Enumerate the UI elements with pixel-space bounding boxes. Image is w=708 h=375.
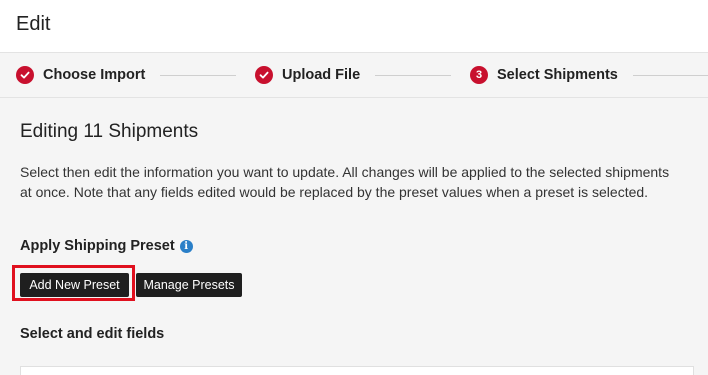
check-icon [255, 66, 273, 84]
page-title: Edit [16, 13, 51, 35]
fields-panel [20, 366, 694, 375]
step-select-shipments[interactable]: 3 Select Shipments [470, 65, 618, 85]
step-choose-import[interactable]: Choose Import [16, 65, 145, 85]
manage-presets-button[interactable]: Manage Presets [136, 273, 242, 297]
title-bar: Edit [0, 0, 708, 52]
section-heading: Editing 11 Shipments [20, 121, 199, 142]
step-label: Choose Import [43, 67, 146, 83]
main-content: Editing 11 Shipments Select then edit th… [0, 98, 708, 375]
step-connector [633, 75, 708, 76]
import-stepper: Choose Import Upload File 3 Select Shipm… [0, 52, 708, 98]
step-label: Select Shipments [497, 67, 618, 83]
step-label: Upload File [282, 67, 361, 83]
info-icon[interactable]: i [179, 239, 193, 253]
edit-page: Edit Choose Import Upload File 3 Select … [0, 0, 708, 375]
step-connector [160, 75, 236, 76]
section-description: Select then edit the information you wan… [20, 164, 670, 200]
apply-preset-text: Apply Shipping Preset [20, 238, 175, 254]
step-number-badge: 3 [470, 66, 488, 84]
check-icon [16, 66, 34, 84]
step-upload-file[interactable]: Upload File [255, 65, 360, 85]
step-connector [375, 75, 451, 76]
add-new-preset-button[interactable]: Add New Preset [20, 273, 129, 297]
apply-preset-label: Apply Shipping Preset i [20, 238, 193, 254]
select-edit-fields-label: Select and edit fields [20, 326, 165, 342]
